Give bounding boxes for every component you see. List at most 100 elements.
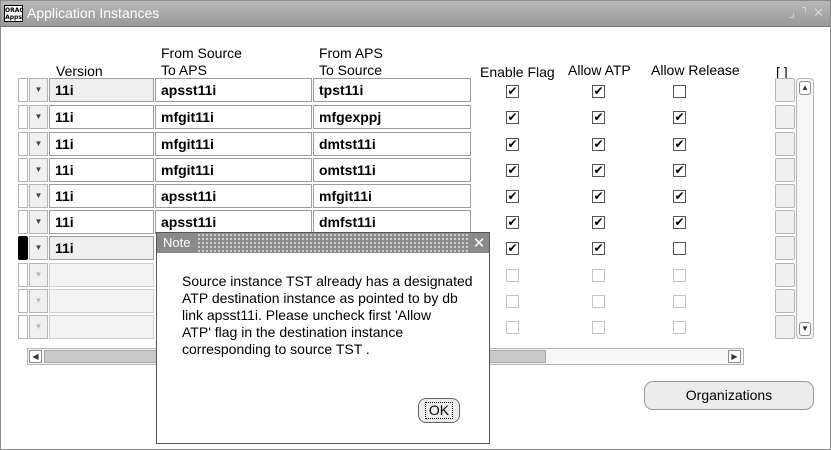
allow-release-checkbox[interactable]: ✔ [673,111,686,124]
row-selector[interactable] [18,78,28,102]
row-side-button[interactable] [775,105,795,129]
from-source-cell[interactable]: apsst11i [155,184,312,208]
enable-flag-checkbox [506,269,519,282]
row-selector[interactable] [18,132,28,156]
note-message-line: Source instance TST already has a design… [182,273,473,289]
from-aps-cell[interactable]: omtst11i [313,158,471,182]
version-cell[interactable]: 11i [49,132,154,156]
row-dropdown-arrow-icon[interactable]: ▼ [29,236,48,260]
row-selector[interactable] [18,289,28,313]
scroll-down-icon[interactable]: ▼ [799,322,811,336]
allow-release-checkbox[interactable]: ✔ [673,138,686,151]
from-aps-cell[interactable]: dmtst11i [313,132,471,156]
note-message-line: corresponding to source TST . [182,341,370,357]
allow-atp-checkbox[interactable]: ✔ [592,85,605,98]
enable-flag-checkbox[interactable]: ✔ [506,111,519,124]
row-side-button[interactable] [775,236,795,260]
version-cell-empty[interactable] [49,289,154,313]
current-row-indicator[interactable] [18,236,28,260]
allow-atp-checkbox[interactable]: ✔ [592,242,605,255]
allow-atp-checkbox [592,295,605,308]
row-side-button[interactable] [775,132,795,156]
note-message-line: ATP' flag in the destination instance [182,324,404,340]
from-source-cell[interactable]: mfgit11i [155,105,312,129]
version-cell[interactable]: 11i [49,210,154,234]
from-source-cell[interactable]: mfgit11i [155,132,312,156]
scroll-right-icon[interactable]: ▶ [728,350,741,363]
row-dropdown-arrow-icon[interactable]: ▼ [29,132,48,156]
enable-flag-checkbox[interactable]: ✔ [506,85,519,98]
row-dropdown-arrow-icon[interactable]: ▼ [29,184,48,208]
version-cell-empty[interactable] [49,263,154,287]
allow-release-checkbox[interactable] [673,85,686,98]
row-side-button[interactable] [775,289,795,313]
from-source-cell[interactable]: mfgit11i [155,158,312,182]
row-dropdown-arrow-icon[interactable]: ▼ [29,289,48,313]
row-selector[interactable] [18,105,28,129]
row-selector[interactable] [18,210,28,234]
from-aps-cell[interactable]: tpst11i [313,78,471,102]
enable-flag-checkbox[interactable]: ✔ [506,242,519,255]
allow-release-checkbox[interactable] [673,242,686,255]
vertical-scrollbar[interactable]: ▲ ▼ [796,78,814,339]
version-cell[interactable]: 11i [49,184,154,208]
from-aps-cell[interactable]: mfgexppj [313,105,471,129]
maximize-icon[interactable]: ⌝ [801,6,807,21]
note-title-bar[interactable]: Note ✕ [157,233,489,253]
enable-flag-checkbox[interactable]: ✔ [506,216,519,229]
row-dropdown-arrow-icon[interactable]: ▼ [29,210,48,234]
row-side-button[interactable] [775,158,795,182]
close-window-icon[interactable]: ✕ [813,6,824,21]
allow-release-checkbox[interactable]: ✔ [673,190,686,203]
row-side-button[interactable] [775,184,795,208]
ok-button-label: OK [424,402,454,419]
row-dropdown-arrow-icon[interactable]: ▼ [29,263,48,287]
note-title: Note [157,233,197,253]
row-dropdown-arrow-icon[interactable]: ▼ [29,315,48,339]
allow-atp-checkbox[interactable]: ✔ [592,190,605,203]
version-cell[interactable]: 11i [49,105,154,129]
version-cell-empty[interactable] [49,315,154,339]
allow-atp-checkbox[interactable]: ✔ [592,111,605,124]
version-cell[interactable]: 11i [49,158,154,182]
row-selector[interactable] [18,315,28,339]
allow-atp-checkbox[interactable]: ✔ [592,138,605,151]
column-header-from-source: From Source To APS [161,45,242,79]
row-selector[interactable] [18,263,28,287]
row-side-button[interactable] [775,315,795,339]
from-aps-cell[interactable]: dmfst11i [313,210,471,234]
application-instances-window: ORACLE Apps Application Instances ⌟ ⌝ ✕ … [0,0,831,450]
allow-release-checkbox [673,321,686,334]
from-source-cell[interactable]: apsst11i [155,78,312,102]
row-dropdown-arrow-icon[interactable]: ▼ [29,78,48,102]
column-header-allow-release: Allow Release [651,62,740,78]
enable-flag-checkbox[interactable]: ✔ [506,164,519,177]
row-dropdown-arrow-icon[interactable]: ▼ [29,105,48,129]
allow-atp-checkbox[interactable]: ✔ [592,164,605,177]
row-side-button[interactable] [775,263,795,287]
row-selector[interactable] [18,184,28,208]
close-icon[interactable]: ✕ [469,233,489,253]
window-title: Application Instances [27,5,160,21]
allow-atp-checkbox[interactable]: ✔ [592,216,605,229]
ok-button[interactable]: OK [418,398,460,423]
note-message-line: link apsst11i. Please uncheck first 'All… [182,307,432,323]
from-source-cell[interactable]: apsst11i [155,210,312,234]
row-side-button[interactable] [775,210,795,234]
version-cell[interactable]: 11i [49,78,154,102]
row-selector[interactable] [18,158,28,182]
version-cell[interactable]: 11i [49,236,154,260]
enable-flag-checkbox[interactable]: ✔ [506,138,519,151]
from-aps-cell[interactable]: mfgit11i [313,184,471,208]
title-bar[interactable]: ORACLE Apps Application Instances ⌟ ⌝ ✕ [1,1,830,27]
column-header-allow-atp: Allow ATP [568,62,631,78]
scroll-left-icon[interactable]: ◀ [29,350,42,363]
minimize-icon[interactable]: ⌟ [789,6,795,21]
row-dropdown-arrow-icon[interactable]: ▼ [29,158,48,182]
allow-release-checkbox[interactable]: ✔ [673,216,686,229]
scroll-up-icon[interactable]: ▲ [799,81,811,95]
allow-release-checkbox[interactable]: ✔ [673,164,686,177]
enable-flag-checkbox[interactable]: ✔ [506,190,519,203]
row-side-button[interactable] [775,78,795,102]
organizations-button[interactable]: Organizations [644,381,814,410]
